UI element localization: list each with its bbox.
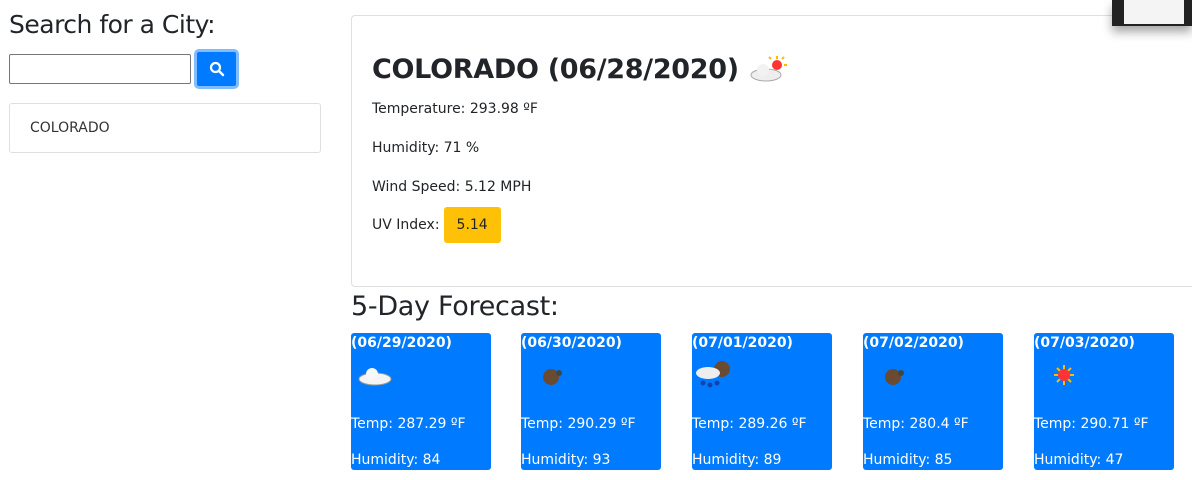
forecast-humidity: Humidity: 47 (1034, 452, 1124, 468)
current-weather-card: COLORADO (06/28/2020) Temperature: 293.9… (351, 15, 1192, 287)
forecast-temp: Temp: 289.26 ºF (692, 416, 807, 432)
forecast-card: (07/02/2020) Temp: 280.4 ºF Humidity: 85 (863, 333, 1003, 470)
forecast-temp: Temp: 290.29 ºF (521, 416, 636, 432)
window-thumbnail-overlay[interactable] (1112, 0, 1192, 26)
forecast-date: (06/30/2020) (521, 335, 622, 351)
cloud-icon (358, 368, 392, 386)
current-wind-speed: Wind Speed: 5.12 MPH (372, 179, 532, 195)
forecast-card: (07/01/2020) Temp: 289.26 ºF Humidity: 8… (692, 333, 832, 470)
forecast-date: (07/01/2020) (692, 335, 793, 351)
history-item-label: COLORADO (30, 120, 110, 136)
search-heading: Search for a City: (9, 10, 216, 39)
search-panel: Search for a City: COLORADO (9, 10, 321, 153)
uv-index-badge: 5.14 (443, 207, 501, 243)
partly-cloudy-icon (750, 55, 787, 81)
forecast-humidity: Humidity: 84 (351, 452, 441, 468)
search-button[interactable] (194, 49, 239, 89)
current-title: COLORADO (06/28/2020) (372, 54, 739, 85)
forecast-heading: 5-Day Forecast: (351, 291, 559, 322)
sun-icon (1054, 365, 1074, 385)
forecast-temp: Temp: 280.4 ºF (863, 416, 969, 432)
history-item[interactable]: COLORADO (9, 103, 321, 153)
current-temperature: Temperature: 293.98 ºF (372, 101, 538, 117)
forecast-date: (07/03/2020) (1034, 335, 1135, 351)
broken-clouds-icon (543, 369, 562, 385)
forecast-card: (07/03/2020) Temp: 290.71 ºF Humidity: 4… (1034, 333, 1174, 470)
forecast-temp: Temp: 290.71 ºF (1034, 416, 1149, 432)
forecast-card: (06/30/2020) Temp: 290.29 ºF Humidity: 9… (521, 333, 661, 470)
forecast-humidity: Humidity: 89 (692, 452, 782, 468)
forecast-date: (06/29/2020) (351, 335, 452, 351)
city-search-input[interactable] (9, 54, 191, 84)
rain-icon (696, 361, 730, 388)
search-icon (209, 61, 224, 77)
forecast-date: (07/02/2020) (863, 335, 964, 351)
current-humidity: Humidity: 71 % (372, 140, 480, 156)
forecast-humidity: Humidity: 85 (863, 452, 953, 468)
forecast-humidity: Humidity: 93 (521, 452, 611, 468)
forecast-temp: Temp: 287.29 ºF (351, 416, 466, 432)
forecast-card: (06/29/2020) Temp: 287.29 ºF Humidity: 8… (351, 333, 491, 470)
broken-clouds-icon (885, 369, 904, 385)
uv-label: UV Index: (372, 217, 440, 233)
